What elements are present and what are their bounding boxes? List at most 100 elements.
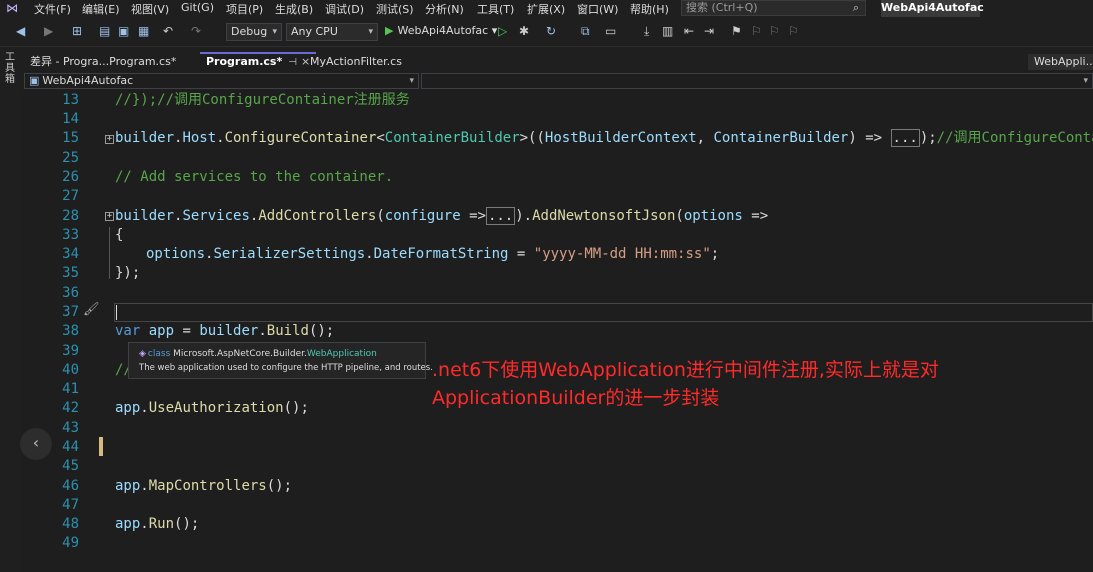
bookmark-next-icon[interactable]: ⚐ [769,24,780,38]
menu-window[interactable]: 窗口(W) [577,1,618,17]
code-line-34: options.SerializerSettings.DateFormatStr… [146,246,720,262]
play-icon: ▶ [385,24,394,37]
line-number: 15 [62,130,79,146]
line-number: 47 [62,497,79,513]
left-tool-strip [0,47,22,572]
tooltip-description: The web application used to configure th… [139,363,433,373]
bookmark-icon[interactable]: ⚑ [731,24,742,38]
line-number: 28 [62,208,79,224]
save-icon[interactable]: ▣ [118,24,129,38]
bookmark-prev-icon[interactable]: ⚐ [751,24,762,38]
toolbox-tab[interactable]: 工具箱 [5,52,17,85]
step-into-icon[interactable]: ⤓ [644,24,649,38]
code-line-35: }); [115,265,141,281]
expand-region-icon[interactable]: + [105,212,114,221]
search-box[interactable]: 搜索 (Ctrl+Q) ⌕ [681,0,866,16]
menu-bar: ⋈ 文件(F) 编辑(E) 视图(V) Git(G) 项目(P) 生成(B) 调… [0,0,1093,17]
line-number: 48 [62,516,79,532]
visual-studio-logo-icon[interactable]: ⋈ [6,1,18,15]
line-number: 33 [62,227,79,243]
start-without-debugging-icon[interactable]: ▷ [498,24,507,38]
browser-link-icon[interactable]: ⧉ [581,24,590,38]
platform-dropdown[interactable]: Any CPU ▾ [286,23,378,41]
navigation-bar: ▣ WebApi4Autofac ▾ ▾ [22,72,1093,90]
code-editor[interactable]: 🖌 13 14 15 25 26 27 28 33 34 35 36 37 38… [22,90,1093,572]
line-number: 26 [62,169,79,185]
unsaved-change-marker [99,437,103,456]
text-caret [116,305,117,320]
hot-reload-icon[interactable]: ✱ [519,24,529,38]
tooltip-signature: ◈ class Microsoft.AspNetCore.Builder.WebA… [139,349,377,359]
chevron-down-icon: ▾ [272,27,277,37]
code-line-33: { [115,227,124,243]
menu-test[interactable]: 测试(S) [376,1,414,17]
menu-view[interactable]: 视图(V) [131,1,169,17]
line-number: 27 [62,188,79,204]
bookmark-clear-icon[interactable]: ⚐ [788,24,799,38]
menu-file[interactable]: 文件(F) [34,1,71,17]
chevron-left-icon[interactable]: ‹ [20,428,52,460]
tab-label: MyActionFilter.cs [310,55,402,68]
class-icon: ◈ [139,349,146,359]
save-all-icon[interactable]: ▦ [138,24,149,38]
configuration-value: Debug [231,25,268,38]
line-number: 25 [62,150,79,166]
tab-program-cs[interactable]: Program.cs* ⊣ × [200,52,317,71]
csharp-project-icon: ▣ [29,74,40,87]
search-placeholder: 搜索 (Ctrl+Q) [686,1,758,14]
line-number: 38 [62,323,79,339]
code-line-13: //});//调用ConfigureContainer注册服务 [115,92,410,108]
line-number: 14 [62,111,79,127]
current-line-highlight [114,303,1093,322]
navigate-back-icon[interactable]: ◀ [16,24,25,38]
new-project-icon[interactable]: ⊞ [72,24,82,38]
menu-edit[interactable]: 编辑(E) [82,1,120,17]
tooltip-kind: class [147,349,171,359]
chevron-down-icon: ▾ [1083,76,1088,86]
line-number: 34 [62,246,79,262]
menu-build[interactable]: 生成(B) [275,1,313,17]
indent-guide [109,227,110,279]
tab-myactionfilter[interactable]: MyActionFilter.cs [304,54,408,70]
comment-icon[interactable]: ▥ [662,24,673,38]
redo-icon[interactable]: ↷ [191,24,201,38]
line-number: 40 [62,362,79,378]
paintbrush-icon[interactable]: 🖌 [83,302,100,317]
configuration-dropdown[interactable]: Debug ▾ [226,23,282,41]
line-number: 42 [62,400,79,416]
start-debugging-button[interactable]: ▶ WebApi4Autofac ▾ [385,24,497,37]
pin-icon[interactable]: ⊣ [288,57,297,68]
open-file-icon[interactable]: ▤ [99,24,110,38]
tab-label: 差异 - Progra...Program.cs* [30,55,177,68]
menu-project[interactable]: 项目(P) [226,1,263,17]
layout-icon[interactable]: ▭ [605,24,616,38]
menu-tools[interactable]: 工具(T) [477,1,514,17]
tooltip-namespace: Microsoft.AspNetCore.Builder. [173,349,307,359]
menu-git[interactable]: Git(G) [181,1,214,14]
annotation-text: .net6下使用WebApplication进行中间件注册,实际上就是对 App… [432,356,992,412]
navigate-forward-icon[interactable]: ▶ [44,24,53,38]
document-tab-bar: 差异 - Progra...Program.cs* Program.cs* ⊣ × … [22,47,1093,71]
undo-icon[interactable]: ↶ [163,24,173,38]
tab-webapplication[interactable]: WebAppli... [1028,54,1093,70]
project-dropdown[interactable]: ▣ WebApi4Autofac ▾ [24,73,419,89]
chevron-down-icon: ▾ [368,27,373,37]
menu-debug[interactable]: 调试(D) [325,1,364,17]
outdent-icon[interactable]: ⇤ [684,24,694,38]
menu-help[interactable]: 帮助(H) [630,1,669,17]
expand-region-icon[interactable]: + [105,135,114,144]
chevron-down-icon: ▾ [409,76,414,86]
member-dropdown[interactable]: ▾ [421,73,1093,89]
line-number: 45 [62,458,79,474]
code-line-15: builder.Host.ConfigureContainer<Containe… [115,129,1093,147]
tooltip-type-name: WebApplication [306,349,377,359]
project-value: WebApi4Autofac [42,74,134,87]
line-number: 36 [62,285,79,301]
indent-icon[interactable]: ⇥ [704,24,714,38]
restart-icon[interactable]: ↻ [546,24,556,38]
menu-extensions[interactable]: 扩展(X) [527,1,565,17]
menu-analyze[interactable]: 分析(N) [425,1,464,17]
annotation-line-1: .net6下使用WebApplication进行中间件注册,实际上就是对 [432,359,939,381]
platform-value: Any CPU [291,25,338,38]
tab-diff-program[interactable]: 差异 - Progra...Program.cs* [24,54,182,70]
